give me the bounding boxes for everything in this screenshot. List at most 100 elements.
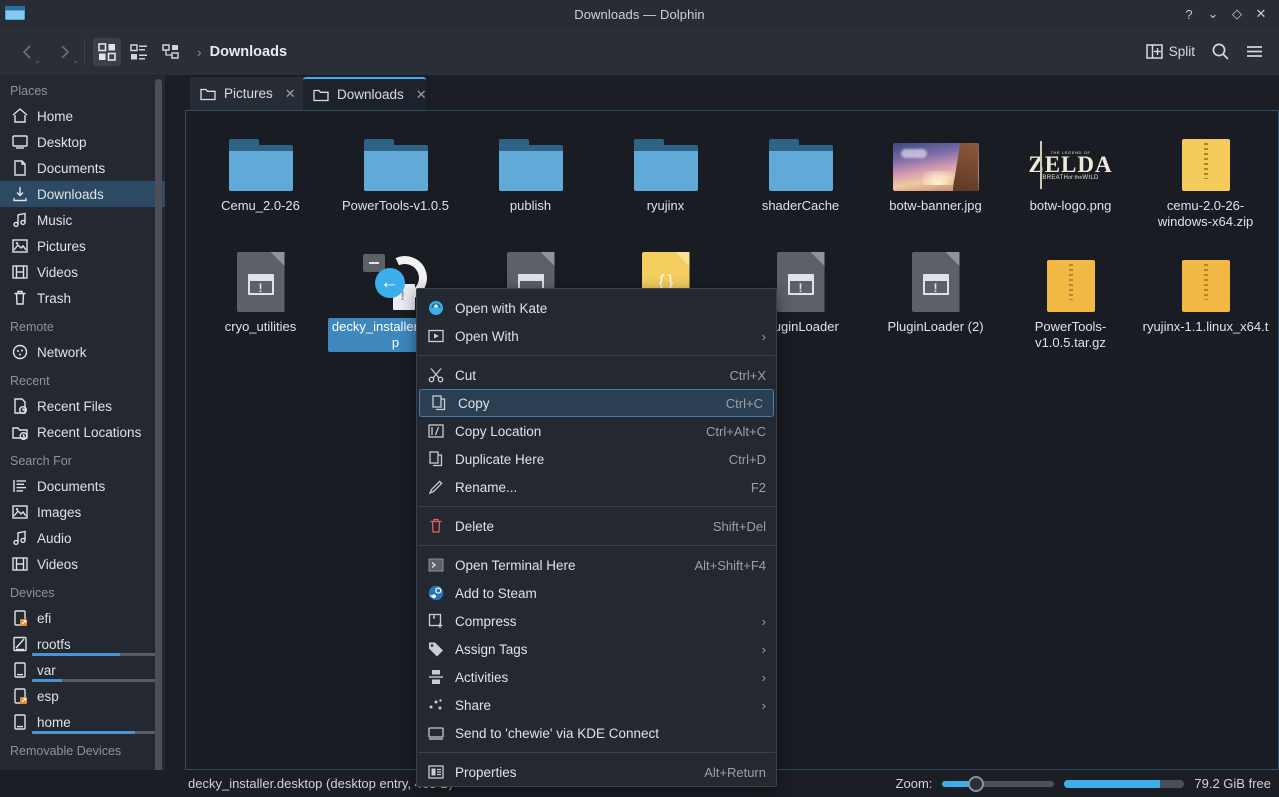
sidebar-item-documents[interactable]: Documents xyxy=(0,473,165,499)
folder-icon xyxy=(228,139,293,191)
breadcrumb[interactable]: Downloads xyxy=(210,44,287,60)
menu-item-copy[interactable]: Copy Ctrl+C xyxy=(419,389,774,417)
music-icon xyxy=(10,212,29,229)
minimize-button[interactable]: ⌄ xyxy=(1201,0,1225,28)
help-button[interactable]: ? xyxy=(1177,0,1201,28)
sidebar-item-rootfs[interactable]: rootfs xyxy=(0,631,165,657)
file-item[interactable]: ryujinx xyxy=(598,123,733,215)
sidebar-item-home[interactable]: Home xyxy=(0,103,165,129)
sidebar-item-efi[interactable]: efi xyxy=(0,605,165,631)
sidebar-item-label: Network xyxy=(37,344,87,360)
file-item[interactable]: ! PluginLoader (2) xyxy=(868,244,1003,336)
menu-separator xyxy=(418,506,775,507)
split-button[interactable]: Split xyxy=(1140,39,1201,64)
sidebar-item-audio[interactable]: Audio xyxy=(0,525,165,551)
sidebar-item-label: Videos xyxy=(37,264,79,280)
tab-close-icon[interactable]: ✕ xyxy=(285,86,296,102)
menu-item-rename[interactable]: Rename... F2 xyxy=(417,473,776,501)
image-icon xyxy=(10,238,29,255)
file-item[interactable]: shaderCache xyxy=(733,123,868,215)
sidebar-item-documents[interactable]: Documents xyxy=(0,155,165,181)
sidebar-scrollbar[interactable] xyxy=(155,79,162,797)
menu-item-cut[interactable]: Cut Ctrl+X xyxy=(417,361,776,389)
menu-item-activities[interactable]: Activities › xyxy=(417,663,776,691)
properties-icon xyxy=(427,763,445,781)
selection-info: decky_installer.desktop (desktop entry, … xyxy=(188,776,453,791)
breadcrumb-separator: › xyxy=(197,43,202,60)
kdeconnect-icon xyxy=(427,724,445,742)
file-item[interactable]: publish xyxy=(463,123,598,215)
sidebar-item-label: Recent Files xyxy=(37,398,113,414)
menu-item-delete[interactable]: Delete Shift+Del xyxy=(417,512,776,540)
icons-view-button[interactable] xyxy=(93,37,121,66)
window-title: Downloads — Dolphin xyxy=(574,6,705,22)
close-button[interactable]: ✕ xyxy=(1249,0,1273,28)
image-thumbnail xyxy=(892,143,979,191)
tab-downloads[interactable]: Downloads ✕ xyxy=(303,77,427,110)
search-icon[interactable] xyxy=(1205,37,1235,67)
menu-item-open-with[interactable]: Open With › xyxy=(417,322,776,350)
menu-item-share[interactable]: Share › xyxy=(417,691,776,719)
disk-removable-icon xyxy=(10,688,29,705)
folder-tab-icon xyxy=(313,88,329,102)
menu-item-copy-location[interactable]: Copy Location Ctrl+Alt+C xyxy=(417,417,776,445)
menu-item-shortcut: Ctrl+D xyxy=(728,451,766,467)
menu-item-shortcut: F2 xyxy=(750,479,766,495)
menu-item-open-with-kate[interactable]: Open with Kate xyxy=(417,294,776,322)
sidebar-item-esp[interactable]: esp xyxy=(0,683,165,709)
sidebar-item-images[interactable]: Images xyxy=(0,499,165,525)
menu-item-shortcut: Ctrl+C xyxy=(725,395,763,411)
tab-pictures[interactable]: Pictures ✕ xyxy=(190,77,308,110)
sidebar-item-desktop[interactable]: Desktop xyxy=(0,129,165,155)
window-titlebar: Downloads — Dolphin ? ⌄ ◇ ✕ xyxy=(0,0,1279,28)
compact-view-button[interactable] xyxy=(125,38,153,66)
menu-item-add-to-steam[interactable]: Add to Steam xyxy=(417,579,776,607)
menu-item-properties[interactable]: Properties Alt+Return xyxy=(417,758,776,786)
forward-history-caret[interactable]: ⌄ xyxy=(72,56,79,65)
menu-item-assign-tags[interactable]: Assign Tags › xyxy=(417,635,776,663)
places-sidebar[interactable]: Places Home Desktop Documents Downloads Music… xyxy=(0,75,165,797)
file-item[interactable]: ! cryo_utilities xyxy=(193,244,328,336)
file-item[interactable]: Cemu_2.0-26 xyxy=(193,123,328,215)
sidebar-item-recent-files[interactable]: Recent Files xyxy=(0,393,165,419)
menu-item-compress[interactable]: Compress › xyxy=(417,607,776,635)
menu-item-duplicate-here[interactable]: Duplicate Here Ctrl+D xyxy=(417,445,776,473)
sidebar-item-downloads[interactable]: Downloads xyxy=(0,181,165,207)
sidebar-item-music[interactable]: Music xyxy=(0,207,165,233)
sidebar-item-videos[interactable]: Videos xyxy=(0,551,165,577)
network-icon xyxy=(10,344,29,361)
sidebar-item-pictures[interactable]: Pictures xyxy=(0,233,165,259)
file-item[interactable]: ryujinx-1.1.linux_x64.t xyxy=(1138,244,1273,336)
menu-item-send-to-chewie-via-kde-connect[interactable]: Send to 'chewie' via KDE Connect xyxy=(417,719,776,747)
sidebar-section-recent: Recent xyxy=(10,374,50,388)
back-history-caret[interactable]: ⌄ xyxy=(34,56,41,65)
share-icon xyxy=(427,696,445,714)
tab-close-icon[interactable]: ✕ xyxy=(416,87,427,103)
file-item[interactable]: PowerTools-v1.0.5.tar.gz xyxy=(1003,244,1138,352)
menu-separator xyxy=(418,545,775,546)
menu-item-shortcut: Shift+Del xyxy=(712,518,766,534)
maximize-button[interactable]: ◇ xyxy=(1225,0,1249,28)
main-toolbar: ⌄ ⌄ › Downloads Split xyxy=(0,28,1279,75)
file-item[interactable]: THE LEGEND OF ZELDA BREATHof theWILD botw-l… xyxy=(1003,123,1138,215)
file-name-label: cryo_utilities xyxy=(224,319,297,334)
back-button[interactable]: ⌄ xyxy=(12,37,42,67)
zelda-logo-thumbnail: THE LEGEND OF ZELDA BREATHof theWILD xyxy=(1028,139,1114,191)
forward-button[interactable]: ⌄ xyxy=(50,37,80,67)
sidebar-item-network[interactable]: Network xyxy=(0,339,165,365)
download-icon xyxy=(10,186,29,203)
sidebar-item-var[interactable]: var xyxy=(0,657,165,683)
file-item[interactable]: cemu-2.0-26-windows-x64.zip xyxy=(1138,123,1273,231)
menu-item-open-terminal-here[interactable]: Open Terminal Here Alt+Shift+F4 xyxy=(417,551,776,579)
sidebar-item-videos[interactable]: Videos xyxy=(0,259,165,285)
details-view-button[interactable] xyxy=(157,38,185,66)
file-item[interactable]: PowerTools-v1.0.5 xyxy=(328,123,463,215)
hamburger-menu-icon[interactable] xyxy=(1239,37,1269,67)
sidebar-item-trash[interactable]: Trash xyxy=(0,285,165,311)
file-context-menu[interactable]: Open with Kate Open With › Cut Ctrl+X Copy Ctr… xyxy=(416,288,777,787)
sidebar-item-home[interactable]: home xyxy=(0,709,165,735)
zoom-slider[interactable] xyxy=(942,775,1055,792)
file-item[interactable]: botw-banner.jpg xyxy=(868,123,1003,215)
file-name-label: shaderCache xyxy=(761,198,840,213)
sidebar-item-recent-locations[interactable]: Recent Locations xyxy=(0,419,165,445)
